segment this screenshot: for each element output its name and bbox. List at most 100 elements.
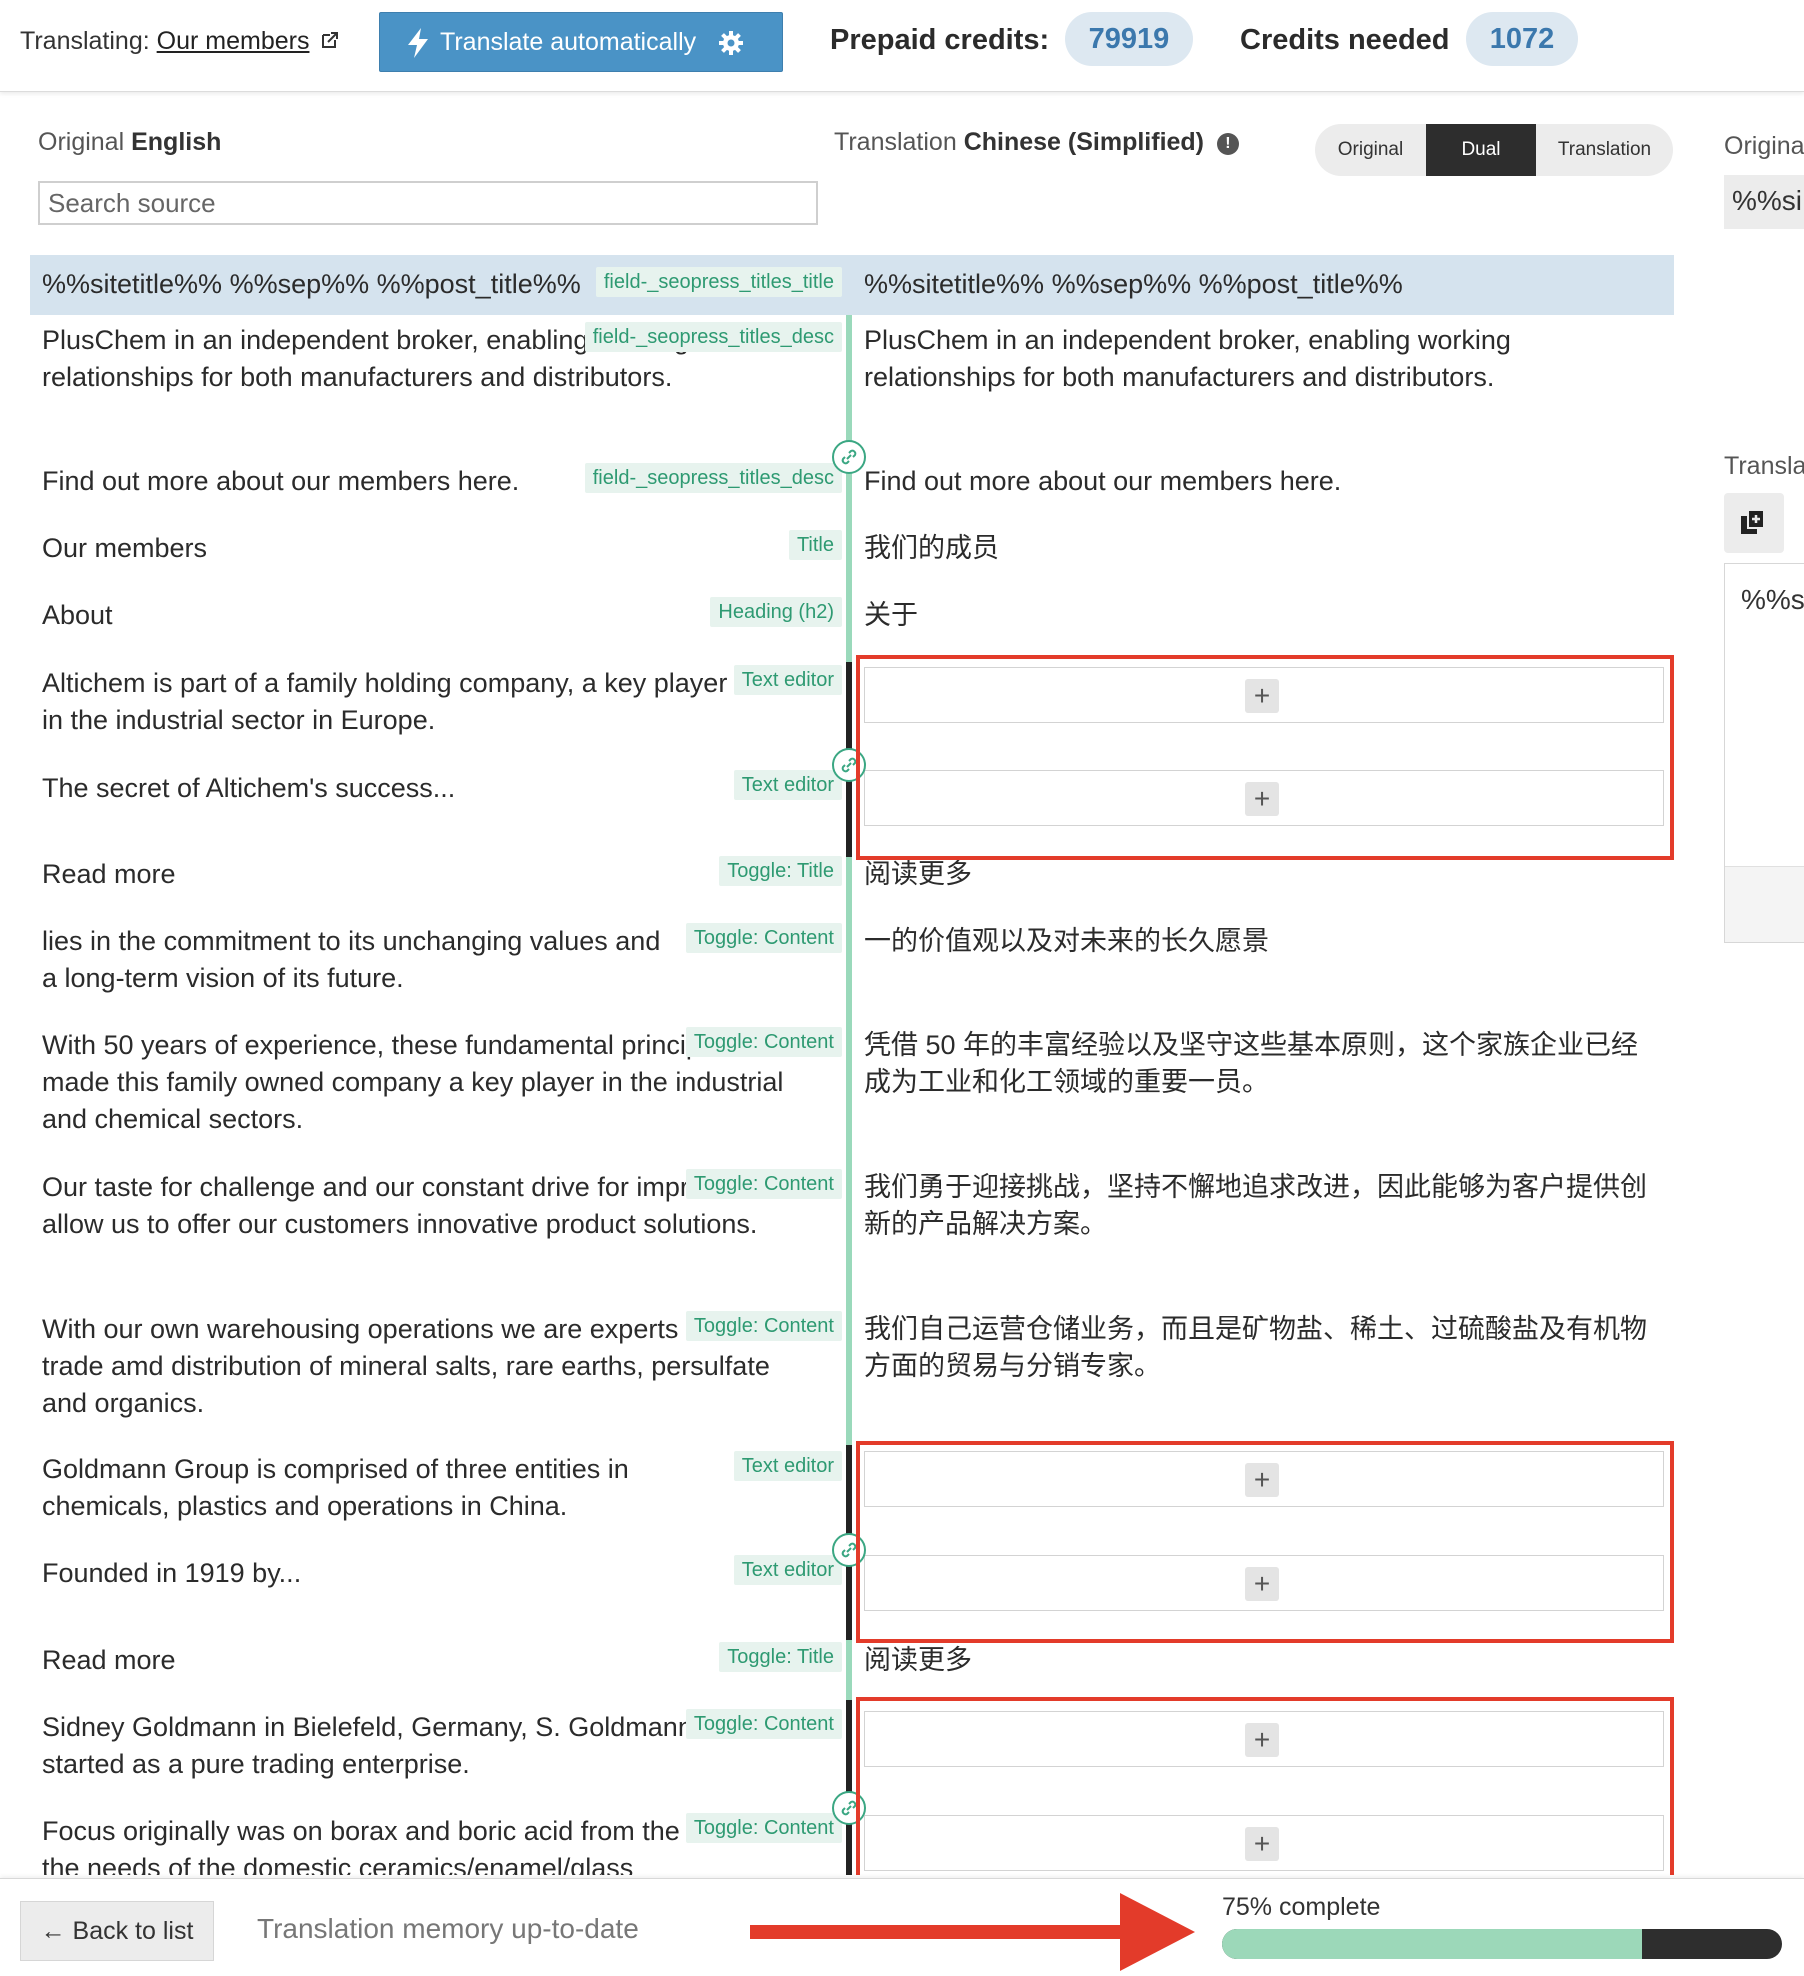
source-text: Our members (42, 533, 208, 563)
field-tag: Toggle: Title (719, 856, 842, 886)
field-tag: Text editor (733, 1555, 842, 1585)
original-language: English (131, 128, 222, 156)
copy-icon (1741, 509, 1765, 534)
field-tag: Text editor (733, 770, 842, 800)
add-translation-button[interactable]: + (1245, 1463, 1279, 1497)
segment-row[interactable]: With 50 years of experience, these funda… (30, 1027, 1674, 1142)
side-editor-text: %%s (1741, 584, 1804, 615)
link-icon[interactable] (832, 1791, 866, 1825)
translation-column-header: Translation Chinese (Simplified) ! (834, 128, 1239, 157)
back-to-list-button[interactable]: ← Back to list (20, 1901, 214, 1961)
segment-row[interactable]: Sidney Goldmann in Bielefeld, Germany, S… (30, 1709, 1674, 1789)
search-source-input[interactable] (38, 181, 818, 225)
side-editor-footer (1725, 866, 1804, 942)
copy-source-button[interactable] (1724, 493, 1784, 553)
source-text: Founded in 1919 by... (42, 1558, 302, 1588)
view-dual-option[interactable]: Dual (1426, 124, 1536, 176)
translation-text[interactable]: 我们自己运营仓储业务，而且是矿物盐、稀土、过硫酸盐及有机物方面的贸易与分销专家。 (864, 1311, 1664, 1385)
add-translation-button[interactable]: + (1245, 1827, 1279, 1861)
segment-row[interactable]: Our taste for challenge and our constant… (30, 1169, 1674, 1284)
add-translation-button[interactable]: + (1245, 1567, 1279, 1601)
link-icon[interactable] (832, 748, 866, 782)
field-tag: field-_seopress_titles_desc (584, 322, 842, 352)
translating-label: Translating: (20, 27, 150, 55)
translation-text[interactable]: 关于 (864, 597, 918, 634)
segment-row[interactable]: Goldmann Group is comprised of three ent… (30, 1451, 1674, 1531)
field-tag: Toggle: Content (685, 1027, 842, 1057)
footer-bar: ← Back to list Translation memory up-to-… (0, 1878, 1804, 1976)
translate-automatically-button[interactable]: Translate automatically (379, 12, 783, 72)
view-translation-option[interactable]: Translation (1536, 124, 1673, 176)
field-tag: field-_seopress_titles_desc (584, 463, 842, 493)
add-translation-button[interactable]: + (1245, 782, 1279, 816)
prepaid-credits-badge: 79919 (1065, 12, 1193, 66)
source-text: About (42, 600, 113, 630)
add-translation-button[interactable]: + (1245, 1723, 1279, 1757)
page-link[interactable]: Our members (157, 27, 310, 55)
segment-row[interactable]: Read more Toggle: Title 阅读更多 (30, 856, 1674, 900)
prepaid-credits-label: Prepaid credits: (830, 24, 1050, 56)
source-text: Read more (42, 859, 176, 889)
translation-text[interactable]: 一的价值观以及对未来的长久愿景 (864, 923, 1664, 960)
external-link-icon[interactable] (320, 30, 340, 50)
credits-needed-label: Credits needed (1240, 24, 1450, 56)
translate-automatically-label: Translate automatically (440, 28, 697, 56)
translation-label: Translation (834, 128, 957, 156)
side-translation-label: Transla (1724, 452, 1804, 480)
top-bar: Translating: Our members Translate autom… (0, 0, 1804, 92)
empty-translation-field[interactable]: + (864, 770, 1664, 826)
empty-translation-field[interactable]: + (864, 1555, 1664, 1611)
link-icon[interactable] (832, 440, 866, 474)
original-column-header: Original English (38, 128, 221, 157)
source-text: lies in the commitment to its unchanging… (42, 926, 661, 993)
progress-bar-fill (1222, 1929, 1642, 1959)
segment-row[interactable]: %%sitetitle%% %%sep%% %%post_title%% fie… (30, 255, 1674, 315)
segment-row[interactable]: Read more Toggle: Title 阅读更多 (30, 1642, 1674, 1686)
gear-icon[interactable] (718, 30, 744, 56)
translation-text[interactable]: Find out more about our members here. (864, 463, 1341, 500)
source-text: %%sitetitle%% %%sep%% %%post_title%% (42, 269, 581, 299)
segment-row[interactable]: About Heading (h2) 关于 (30, 597, 1674, 641)
add-translation-button[interactable]: + (1245, 679, 1279, 713)
translation-text[interactable]: PlusChem in an independent broker, enabl… (864, 322, 1664, 396)
translation-text[interactable]: 我们的成员 (864, 530, 999, 567)
empty-translation-field[interactable]: + (864, 1451, 1664, 1507)
field-tag: Text editor (733, 665, 842, 695)
segment-row[interactable]: PlusChem in an independent broker, enabl… (30, 322, 1674, 442)
source-text: Find out more about our members here. (42, 466, 520, 496)
empty-translation-field[interactable]: + (864, 667, 1664, 723)
field-tag: Text editor (733, 1451, 842, 1481)
view-mode-toggle: Original Dual Translation (1315, 124, 1673, 176)
translation-text[interactable]: 阅读更多 (864, 856, 972, 893)
field-tag: Title (788, 530, 842, 560)
credits-needed-badge: 1072 (1466, 12, 1578, 66)
field-tag: Toggle: Content (685, 1709, 842, 1739)
progress-label: 75% complete (1222, 1893, 1381, 1921)
empty-translation-field[interactable]: + (864, 1711, 1664, 1767)
translation-text[interactable]: 阅读更多 (864, 1642, 972, 1679)
warning-info-icon[interactable]: ! (1216, 133, 1239, 155)
link-icon[interactable] (832, 1533, 866, 1567)
translation-language: Chinese (Simplified) (963, 128, 1205, 156)
field-tag: Heading (h2) (710, 597, 842, 627)
translation-text[interactable]: 我们勇于迎接挑战，坚持不懈地追求改进，因此能够为客户提供创新的产品解决方案。 (864, 1169, 1664, 1243)
source-text: Altichem is part of a family holding com… (42, 668, 728, 735)
empty-translation-field[interactable]: + (864, 1815, 1664, 1871)
side-original-label: Origina (1724, 132, 1804, 160)
field-tag: Toggle: Title (719, 1642, 842, 1672)
segment-row[interactable]: lies in the commitment to its unchanging… (30, 923, 1674, 1003)
translating-info: Translating: Our members (20, 27, 340, 56)
side-translation-editor[interactable]: %%s (1724, 563, 1804, 943)
lightning-icon (408, 28, 428, 58)
segment-row[interactable]: Our members Title 我们的成员 (30, 530, 1674, 574)
translation-text[interactable]: 凭借 50 年的丰富经验以及坚守这些基本原则，这个家族企业已经成为工业和化工领域… (864, 1027, 1664, 1101)
view-original-option[interactable]: Original (1315, 124, 1426, 176)
segment-row[interactable]: Altichem is part of a family holding com… (30, 665, 1674, 745)
translation-text[interactable]: %%sitetitle%% %%sep%% %%post_title%% (864, 266, 1403, 303)
source-text: Goldmann Group is comprised of three ent… (42, 1454, 629, 1521)
field-tag: field-_seopress_titles_title (595, 267, 842, 297)
field-tag: Toggle: Content (685, 923, 842, 953)
annotation-arrow (750, 1893, 1195, 1971)
progress-bar (1222, 1929, 1782, 1959)
segment-row[interactable]: With our own warehousing operations we a… (30, 1311, 1674, 1426)
